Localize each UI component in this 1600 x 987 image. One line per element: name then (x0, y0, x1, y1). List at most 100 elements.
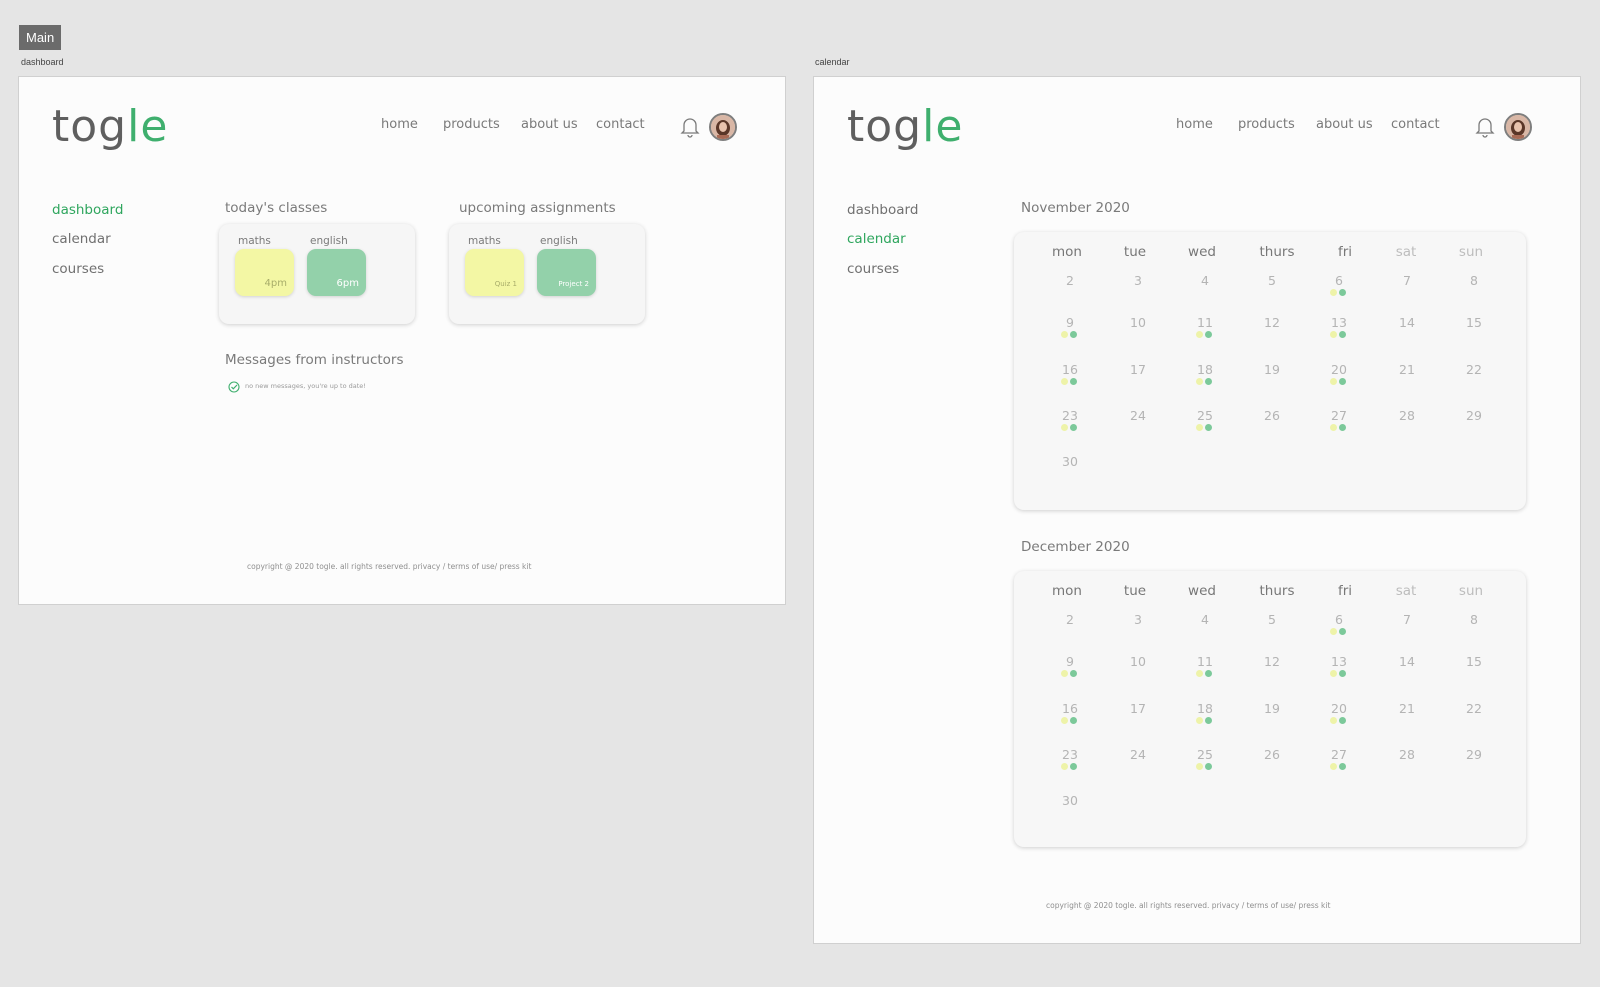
calendar-day[interactable]: 5 (1268, 273, 1276, 288)
class-tile-maths[interactable]: 4pm (235, 249, 294, 296)
calendar-day[interactable]: 15 (1466, 654, 1482, 669)
calendar-day[interactable]: 16 (1062, 362, 1078, 377)
calendar-day[interactable]: 21 (1399, 362, 1415, 377)
calendar-day[interactable]: 7 (1403, 273, 1411, 288)
assignment-tile-english[interactable]: Project 2 (537, 249, 596, 296)
nav-contact[interactable]: contact (1391, 117, 1440, 132)
calendar-day[interactable]: 6 (1335, 273, 1343, 288)
calendar-day[interactable]: 20 (1331, 701, 1347, 716)
calendar-day[interactable]: 24 (1130, 408, 1146, 423)
calendar-day[interactable]: 23 (1062, 747, 1078, 762)
calendar-day[interactable]: 17 (1130, 362, 1146, 377)
calendar-day[interactable]: 10 (1130, 315, 1146, 330)
calendar-day[interactable]: 20 (1331, 362, 1347, 377)
calendar-day[interactable]: 8 (1470, 273, 1478, 288)
event-indicator (1195, 670, 1215, 678)
calendar-day[interactable]: 29 (1466, 747, 1482, 762)
calendar-day[interactable]: 3 (1134, 273, 1142, 288)
event-indicator (1195, 331, 1215, 339)
calendar-day[interactable]: 26 (1264, 747, 1280, 762)
sidebar-item-calendar[interactable]: calendar (847, 231, 906, 247)
nav-products[interactable]: products (443, 117, 500, 132)
class-event-dot (1330, 717, 1337, 724)
calendar-day[interactable]: 10 (1130, 654, 1146, 669)
sidebar-item-courses[interactable]: courses (847, 261, 899, 277)
bell-icon[interactable] (1475, 116, 1495, 138)
calendar-day[interactable]: 21 (1399, 701, 1415, 716)
class-event-dot (1330, 424, 1337, 431)
calendar-day[interactable]: 23 (1062, 408, 1078, 423)
calendar-day[interactable]: 13 (1331, 315, 1347, 330)
logo[interactable]: togle (52, 101, 168, 153)
dashboard-frame: togle home products about us contact das… (18, 76, 786, 605)
weekday-mon: mon (1052, 244, 1082, 260)
assignment-event-dot (1070, 424, 1077, 431)
calendar-day[interactable]: 22 (1466, 701, 1482, 716)
calendar-day[interactable]: 26 (1264, 408, 1280, 423)
calendar-day[interactable]: 3 (1134, 612, 1142, 627)
class-tile-english[interactable]: 6pm (307, 249, 366, 296)
user-avatar-icon (711, 115, 735, 139)
calendar-day[interactable]: 8 (1470, 612, 1478, 627)
nav-home[interactable]: home (1176, 117, 1213, 132)
assignment-event-dot (1205, 670, 1212, 677)
calendar-day[interactable]: 14 (1399, 315, 1415, 330)
calendar-day[interactable]: 25 (1197, 408, 1213, 423)
calendar-day[interactable]: 28 (1399, 747, 1415, 762)
avatar[interactable] (1504, 113, 1532, 141)
calendar-day[interactable]: 29 (1466, 408, 1482, 423)
assignment-tile-maths[interactable]: Quiz 1 (465, 249, 524, 296)
calendar-day[interactable]: 16 (1062, 701, 1078, 716)
calendar-day[interactable]: 19 (1264, 701, 1280, 716)
calendar-day[interactable]: 30 (1062, 454, 1078, 469)
month-title-november: November 2020 (1021, 200, 1130, 216)
nav-products[interactable]: products (1238, 117, 1295, 132)
calendar-day[interactable]: 11 (1197, 654, 1213, 669)
nav-home[interactable]: home (381, 117, 418, 132)
calendar-day[interactable]: 12 (1264, 315, 1280, 330)
footer-text: copyright @ 2020 togle. all rights reser… (1046, 901, 1331, 910)
nav-about-us[interactable]: about us (521, 117, 578, 132)
calendar-day[interactable]: 2 (1066, 612, 1074, 627)
calendar-day[interactable]: 17 (1130, 701, 1146, 716)
logo-accent-text: le (922, 101, 964, 152)
calendar-day[interactable]: 19 (1264, 362, 1280, 377)
calendar-day[interactable]: 18 (1197, 362, 1213, 377)
calendar-day[interactable]: 24 (1130, 747, 1146, 762)
assignment-event-dot (1339, 289, 1346, 296)
calendar-day[interactable]: 25 (1197, 747, 1213, 762)
event-indicator (1329, 378, 1349, 386)
avatar[interactable] (709, 113, 737, 141)
calendar-day[interactable]: 15 (1466, 315, 1482, 330)
sidebar-item-calendar[interactable]: calendar (52, 231, 111, 247)
calendar-day[interactable]: 13 (1331, 654, 1347, 669)
nav-contact[interactable]: contact (596, 117, 645, 132)
calendar-day[interactable]: 2 (1066, 273, 1074, 288)
page-tag[interactable]: Main (19, 25, 62, 50)
calendar-day[interactable]: 30 (1062, 793, 1078, 808)
calendar-day[interactable]: 11 (1197, 315, 1213, 330)
logo[interactable]: togle (847, 101, 963, 153)
calendar-day[interactable]: 12 (1264, 654, 1280, 669)
sidebar-item-courses[interactable]: courses (52, 261, 104, 277)
bell-icon[interactable] (680, 116, 700, 138)
calendar-day[interactable]: 14 (1399, 654, 1415, 669)
calendar-day[interactable]: 27 (1331, 747, 1347, 762)
calendar-day[interactable]: 28 (1399, 408, 1415, 423)
sidebar-item-dashboard[interactable]: dashboard (847, 202, 918, 218)
calendar-day[interactable]: 7 (1403, 612, 1411, 627)
calendar-day[interactable]: 9 (1066, 654, 1074, 669)
nav-about-us[interactable]: about us (1316, 117, 1373, 132)
calendar-day[interactable]: 4 (1201, 273, 1209, 288)
weekday-sat: sat (1395, 583, 1417, 599)
calendar-day[interactable]: 5 (1268, 612, 1276, 627)
logo-text: tog (52, 101, 128, 152)
sidebar-item-dashboard[interactable]: dashboard (52, 202, 123, 218)
calendar-day[interactable]: 9 (1066, 315, 1074, 330)
calendar-day[interactable]: 27 (1331, 408, 1347, 423)
calendar-day[interactable]: 22 (1466, 362, 1482, 377)
calendar-day[interactable]: 18 (1197, 701, 1213, 716)
weekday-wed: wed (1188, 583, 1216, 599)
calendar-day[interactable]: 4 (1201, 612, 1209, 627)
calendar-day[interactable]: 6 (1335, 612, 1343, 627)
